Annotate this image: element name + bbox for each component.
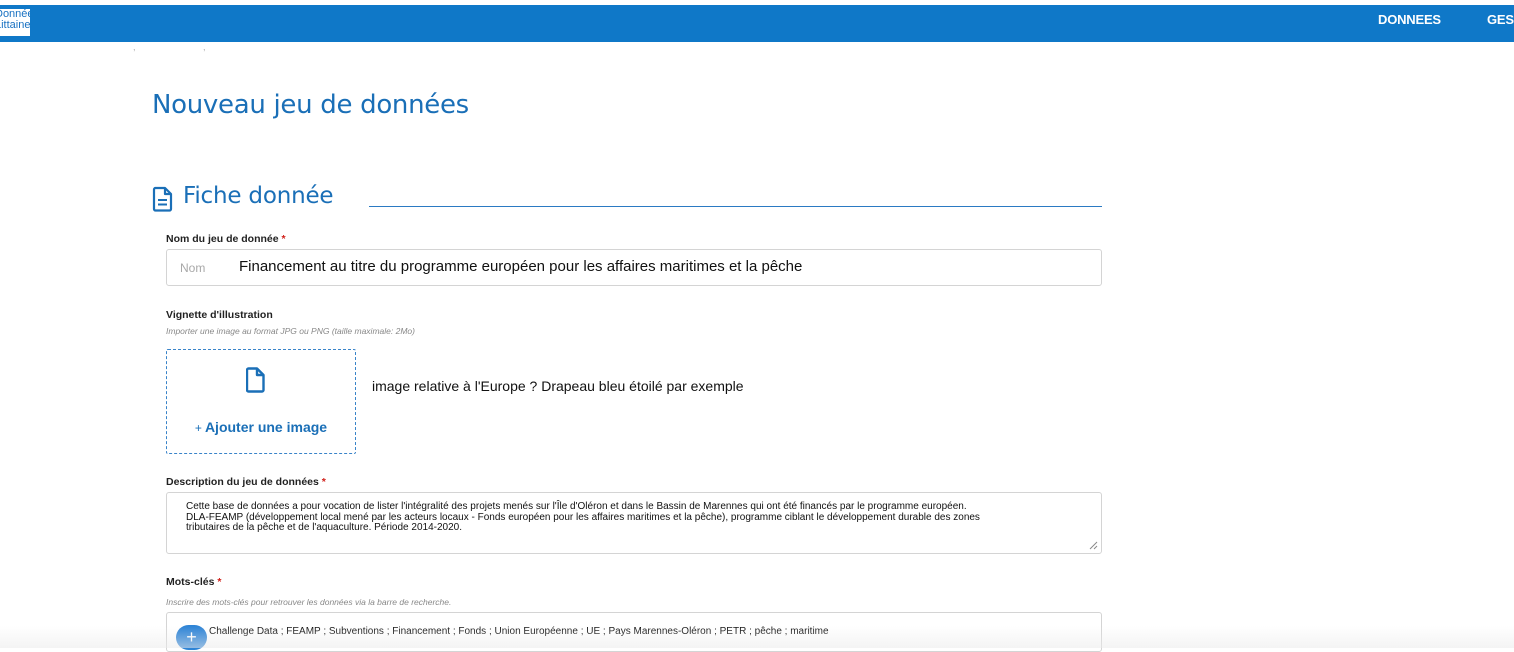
plus-icon: + xyxy=(186,627,197,647)
name-value: Financement au titre du programme europé… xyxy=(239,258,803,275)
document-icon xyxy=(152,186,173,212)
add-image-button[interactable]: + Ajouter une image xyxy=(167,419,355,435)
name-label: Nom du jeu de donnée * xyxy=(166,233,286,245)
name-placeholder: Nom xyxy=(180,261,206,275)
page-title: Nouveau jeu de données xyxy=(152,90,469,120)
section-title: Fiche donnée xyxy=(183,183,334,209)
image-note: image relative à l'Europe ? Drapeau bleu… xyxy=(372,378,744,394)
description-label-text: Description du jeu de données xyxy=(166,476,319,488)
nav-gestion[interactable]: GESTION xyxy=(1487,12,1514,27)
description-value: Cette base de données a pour vocation de… xyxy=(186,501,980,533)
dataset-name-input[interactable]: Nom Financement au titre du programme eu… xyxy=(166,249,1102,286)
plus-icon: + xyxy=(194,421,202,435)
description-textarea[interactable]: Cette base de données a pour vocation de… xyxy=(166,492,1102,554)
site-logo[interactable]: Données Littaine xyxy=(0,9,30,36)
top-navbar: DONNEES GESTION xyxy=(0,5,1514,42)
file-icon xyxy=(246,367,265,393)
logo-line-2: Littaine xyxy=(0,19,30,31)
section-header: Fiche donnée xyxy=(152,183,1102,217)
thumbnail-hint: Importer une image au format JPG ou PNG … xyxy=(166,326,415,336)
add-image-label: Ajouter une image xyxy=(204,419,328,435)
required-mark: * xyxy=(281,233,286,245)
keywords-input[interactable]: + Challenge Data ; FEAMP ; Subventions ;… xyxy=(166,612,1102,652)
keywords-label: Mots-clés * xyxy=(166,576,221,588)
section-divider xyxy=(369,206,1102,207)
nav-donnees[interactable]: DONNEES xyxy=(1378,12,1441,27)
required-mark: * xyxy=(321,476,326,488)
breadcrumb-fragment: , , xyxy=(133,42,206,52)
required-mark: * xyxy=(217,576,222,588)
description-label: Description du jeu de données * xyxy=(166,476,326,488)
thumbnail-label: Vignette d'illustration xyxy=(166,309,273,321)
keywords-value: Challenge Data ; FEAMP ; Subventions ; F… xyxy=(209,626,829,637)
keywords-label-text: Mots-clés xyxy=(166,576,215,588)
image-upload-dropzone[interactable]: + Ajouter une image xyxy=(166,349,356,454)
resize-handle-icon[interactable] xyxy=(1089,541,1098,550)
name-label-text: Nom du jeu de donnée xyxy=(166,233,279,245)
add-keyword-button[interactable]: + xyxy=(176,625,207,650)
keywords-hint: Inscrire des mots-clés pour retrouver le… xyxy=(166,597,452,607)
